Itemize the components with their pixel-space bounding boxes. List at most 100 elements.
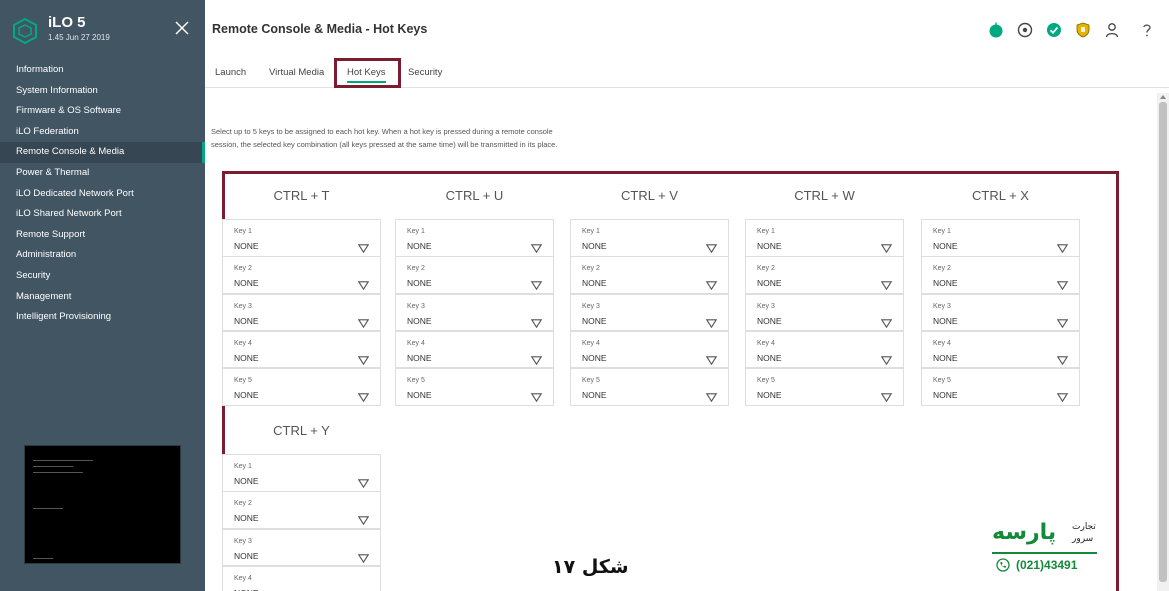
key-select[interactable]: Key 4NONE xyxy=(222,330,381,369)
key-select[interactable]: Key 2 NONE xyxy=(222,491,381,529)
chevron-down-icon[interactable] xyxy=(357,352,370,366)
tab-security[interactable]: Security xyxy=(408,67,442,78)
sidebar-item-remote-support[interactable]: Remote Support xyxy=(0,225,205,246)
console-preview-thumbnail[interactable] xyxy=(24,445,181,564)
key-select[interactable]: Key 1 NONE xyxy=(395,219,554,257)
logo-divider xyxy=(992,552,1097,554)
close-icon[interactable] xyxy=(175,21,189,35)
chevron-down-icon[interactable] xyxy=(880,315,893,328)
chevron-down-icon[interactable] xyxy=(358,587,369,591)
chevron-down-icon[interactable] xyxy=(357,512,370,526)
key-value: NONE xyxy=(234,476,259,486)
chevron-down-icon[interactable] xyxy=(1056,240,1069,254)
sidebar-item-security[interactable]: Security xyxy=(0,266,205,287)
chevron-down-icon[interactable] xyxy=(357,389,370,403)
sidebar-item-ilo-federation[interactable]: iLO Federation xyxy=(0,122,205,143)
logo-name: پارسه xyxy=(992,520,1057,545)
key-label: Key 3 xyxy=(582,302,600,310)
key-select[interactable]: Key 1 NONE xyxy=(570,219,729,257)
key-select[interactable]: Key 5 NONE xyxy=(222,368,381,406)
chevron-down-icon[interactable] xyxy=(1056,352,1069,366)
key-select[interactable]: Key 3 NONE xyxy=(222,528,381,567)
chevron-down-icon[interactable] xyxy=(1056,315,1069,328)
help-icon[interactable] xyxy=(1139,22,1155,38)
chevron-down-icon[interactable] xyxy=(705,389,718,403)
key-select[interactable]: Key 3 NONE xyxy=(570,293,729,332)
key-select[interactable]: Key 5 NONE xyxy=(570,368,729,406)
sidebar-item-administration[interactable]: Administration xyxy=(0,245,205,266)
chevron-down-icon[interactable] xyxy=(880,240,893,254)
sidebar-item-ilo-dedicated-network-port[interactable]: iLO Dedicated Network Port xyxy=(0,184,205,205)
key-select[interactable]: Key 1 NONE xyxy=(745,219,904,257)
target-icon[interactable] xyxy=(1017,22,1033,38)
chevron-down-icon[interactable] xyxy=(1056,389,1069,403)
key-select[interactable]: Key 2 NONE xyxy=(222,256,381,294)
hotkey-title: CTRL + T xyxy=(273,188,330,203)
chevron-down-icon[interactable] xyxy=(705,352,718,366)
chevron-down-icon[interactable] xyxy=(357,315,370,328)
key-select[interactable]: Key 2 NONE xyxy=(745,256,904,294)
scrollbar-thumb[interactable] xyxy=(1159,102,1167,582)
key-select[interactable]: Key 2 NONE xyxy=(395,256,554,294)
key-select[interactable]: Key 5 NONE xyxy=(921,368,1080,406)
chevron-down-icon[interactable] xyxy=(880,352,893,366)
chevron-down-icon[interactable] xyxy=(705,240,718,254)
scrollbar[interactable] xyxy=(1157,93,1169,591)
key-value: NONE xyxy=(757,315,782,326)
key-select[interactable]: Key 3 NONE xyxy=(921,293,1080,332)
chevron-down-icon[interactable] xyxy=(530,315,543,328)
chevron-down-icon[interactable] xyxy=(1056,277,1069,291)
key-select[interactable]: Key 5 NONE xyxy=(745,368,904,406)
key-select[interactable]: Key 3 NONE xyxy=(395,293,554,332)
key-select[interactable]: Key 4NONE xyxy=(745,330,904,369)
key-label: Key 3 xyxy=(234,537,252,545)
chevron-down-icon[interactable] xyxy=(357,277,370,291)
key-select[interactable]: Key 5 NONE xyxy=(395,368,554,406)
sidebar-item-firmware-os-software[interactable]: Firmware & OS Software xyxy=(0,101,205,122)
logo-phone-number: (021)43491 xyxy=(1016,558,1078,572)
key-select[interactable]: Key 4NONE xyxy=(222,565,381,591)
sidebar-item-information[interactable]: Information xyxy=(0,60,205,81)
key-select[interactable]: Key 4NONE xyxy=(570,330,729,369)
scroll-up-arrow-icon[interactable] xyxy=(1160,95,1166,99)
key-label: Key 1 xyxy=(407,228,425,235)
tab-launch[interactable]: Launch xyxy=(215,67,246,78)
chevron-down-icon[interactable] xyxy=(880,389,893,403)
key-select[interactable]: Key 1 NONE xyxy=(921,219,1080,257)
key-select[interactable]: Key 2 NONE xyxy=(921,256,1080,294)
chevron-down-icon[interactable] xyxy=(880,277,893,291)
chevron-down-icon[interactable] xyxy=(530,352,543,366)
preview-line xyxy=(33,466,73,467)
check-status-icon[interactable] xyxy=(1046,22,1062,38)
chevron-down-icon[interactable] xyxy=(530,389,543,403)
health-status-icon[interactable] xyxy=(988,22,1004,38)
key-label: Key 2 xyxy=(933,265,951,273)
key-select[interactable]: Key 3 NONE xyxy=(222,293,381,332)
key-select[interactable]: Key 1 NONE xyxy=(222,454,381,492)
chevron-down-icon[interactable] xyxy=(357,240,370,254)
key-select[interactable]: Key 3 NONE xyxy=(745,293,904,332)
key-select[interactable]: Key 4NONE xyxy=(921,330,1080,369)
sidebar-item-power-thermal[interactable]: Power & Thermal xyxy=(0,163,205,184)
sidebar-item-ilo-shared-network-port[interactable]: iLO Shared Network Port xyxy=(0,204,205,225)
sidebar-item-remote-console-media[interactable]: Remote Console & Media xyxy=(0,142,205,163)
chevron-down-icon[interactable] xyxy=(357,475,370,489)
sidebar-item-management[interactable]: Management xyxy=(0,287,205,308)
key-select[interactable]: Key 2 NONE xyxy=(570,256,729,294)
user-icon[interactable] xyxy=(1104,22,1120,38)
security-shield-icon[interactable] xyxy=(1075,22,1091,38)
key-value: NONE xyxy=(757,390,782,401)
sidebar-nav: Information System Information Firmware & … xyxy=(0,60,205,328)
chevron-down-icon[interactable] xyxy=(705,277,718,291)
key-select[interactable]: Key 4NONE xyxy=(395,330,554,369)
key-value: NONE xyxy=(933,278,958,289)
tab-virtual-media[interactable]: Virtual Media xyxy=(269,67,324,78)
chevron-down-icon[interactable] xyxy=(357,550,370,563)
key-label: Key 3 xyxy=(757,302,775,310)
chevron-down-icon[interactable] xyxy=(705,315,718,328)
key-select[interactable]: Key 1 NONE xyxy=(222,219,381,257)
sidebar-item-intelligent-provisioning[interactable]: Intelligent Provisioning xyxy=(0,307,205,328)
sidebar-item-system-information[interactable]: System Information xyxy=(0,81,205,102)
chevron-down-icon[interactable] xyxy=(530,277,543,291)
chevron-down-icon[interactable] xyxy=(530,240,543,254)
